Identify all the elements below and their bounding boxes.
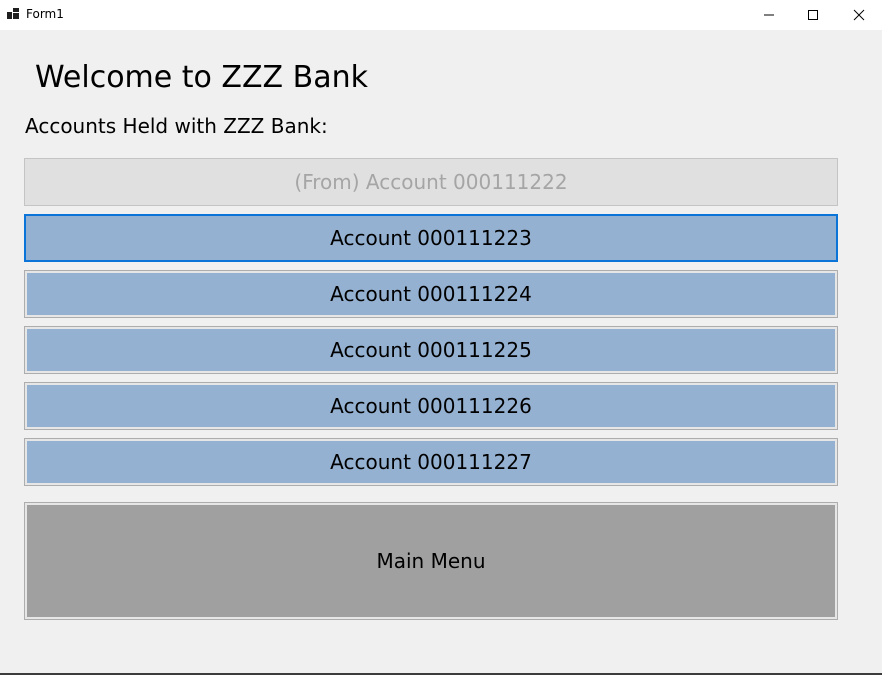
close-button[interactable] [836, 0, 882, 30]
page-title: Welcome to ZZZ Bank [35, 60, 368, 95]
main-menu-button[interactable]: Main Menu [24, 502, 838, 620]
window-title: Form1 [26, 7, 64, 21]
account-button-000111223[interactable]: Account 000111223 [24, 214, 838, 262]
account-button-000111224[interactable]: Account 000111224 [24, 270, 838, 318]
account-button-000111225[interactable]: Account 000111225 [24, 326, 838, 374]
maximize-button[interactable] [790, 0, 836, 30]
maximize-icon [808, 10, 818, 20]
minimize-icon [764, 14, 774, 16]
title-bar: Form1 [0, 0, 882, 30]
close-icon [853, 9, 865, 21]
minimize-button[interactable] [746, 0, 792, 30]
app-icon [7, 8, 19, 20]
accounts-label: Accounts Held with ZZZ Bank: [25, 114, 328, 138]
account-button-000111227[interactable]: Account 000111227 [24, 438, 838, 486]
from-account-button: (From) Account 000111222 [24, 158, 838, 206]
account-button-000111226[interactable]: Account 000111226 [24, 382, 838, 430]
